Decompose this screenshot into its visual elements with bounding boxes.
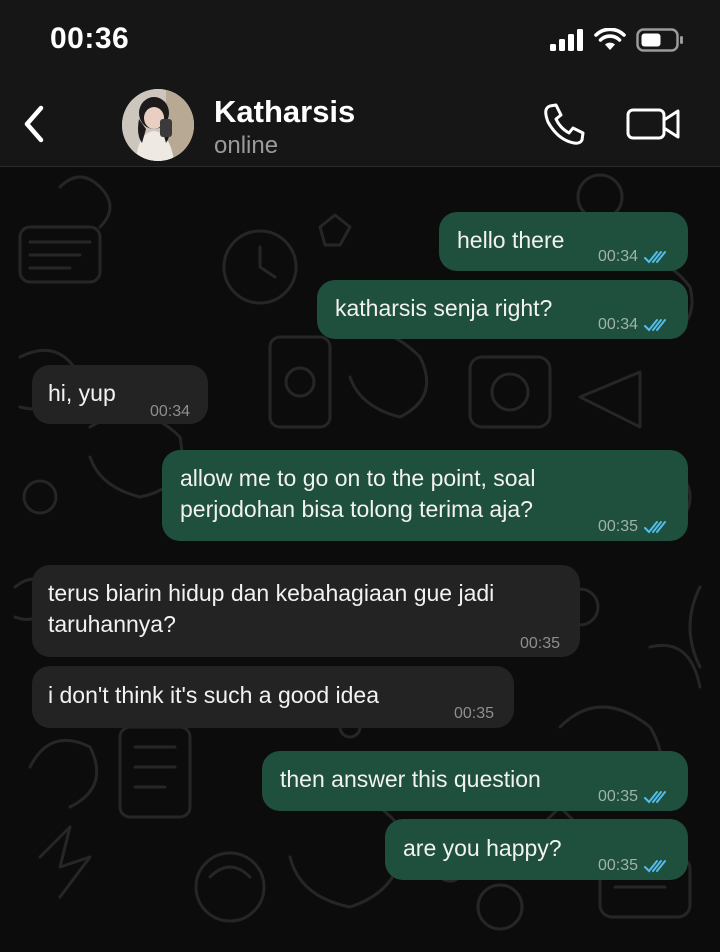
message-meta: 00:35: [520, 628, 560, 659]
double-check-read-icon: [644, 250, 666, 263]
message-meta: 00:35: [598, 850, 670, 881]
message-bubble-outgoing[interactable]: allow me to go on to the point, soal per…: [162, 450, 688, 541]
double-check-read-icon: [644, 859, 666, 872]
message-bubble-outgoing[interactable]: hello there 00:34: [439, 212, 688, 271]
chat-screen: 00:36 Katharsis online hello there 00:34…: [0, 0, 720, 952]
message-bubble-outgoing[interactable]: katharsis senja right? 00:34: [317, 280, 688, 339]
double-check-read-icon: [644, 520, 666, 533]
message-bubble-outgoing[interactable]: then answer this question 00:35: [262, 751, 688, 811]
message-meta: 00:35: [598, 511, 670, 542]
message-bubble-incoming[interactable]: terus biarin hidup dan kebahagiaan gue j…: [32, 565, 580, 657]
message-time: 00:35: [597, 857, 638, 874]
message-time: 00:35: [453, 705, 494, 722]
message-text-line: allow me to go on to the point, soal: [180, 465, 536, 491]
status-bar: 00:36: [0, 0, 720, 82]
message-meta: 00:34: [598, 241, 670, 272]
status-time: 00:36: [50, 22, 130, 55]
message-meta: 00:34: [150, 396, 190, 427]
message-meta: 00:35: [454, 698, 494, 729]
message-meta: 00:35: [598, 781, 670, 812]
message-time: 00:35: [597, 788, 638, 805]
message-text: katharsis senja right?: [335, 295, 553, 321]
back-button[interactable]: [14, 102, 54, 146]
double-check-read-icon: [644, 790, 666, 803]
wifi-icon: [594, 28, 626, 50]
chat-header: Katharsis online: [0, 82, 720, 167]
message-time: 00:35: [597, 518, 638, 535]
contact-name[interactable]: Katharsis: [214, 94, 355, 130]
chat-area[interactable]: hello there 00:34 katharsis senja right?…: [0, 167, 720, 952]
message-text-line: perjodohan bisa tolong terima aja?: [180, 496, 533, 522]
status-icons: [550, 28, 684, 52]
message-text: are you happy?: [403, 835, 562, 861]
avatar-photo: [122, 89, 194, 161]
message-text-line: taruhannya?: [48, 611, 176, 637]
message-bubble-outgoing[interactable]: are you happy? 00:35: [385, 819, 688, 880]
message-time: 00:35: [519, 635, 560, 652]
contact-status: online: [214, 132, 279, 159]
battery-icon: [636, 28, 683, 52]
message-time: 00:34: [597, 316, 638, 333]
message-text: hi, yup: [48, 380, 116, 406]
message-text: i don't think it's such a good idea: [48, 682, 379, 708]
phone-icon: [544, 103, 585, 145]
video-call-button[interactable]: [624, 102, 684, 146]
message-time: 00:34: [149, 403, 190, 420]
message-bubble-incoming[interactable]: hi, yup 00:34: [32, 365, 208, 424]
video-camera-icon: [626, 108, 680, 140]
message-text: hello there: [457, 227, 565, 253]
avatar[interactable]: [122, 89, 194, 161]
chevron-left-icon: [24, 105, 44, 143]
message-text-line: terus biarin hidup dan kebahagiaan gue j…: [48, 580, 495, 606]
message-time: 00:34: [597, 248, 638, 265]
message-bubble-incoming[interactable]: i don't think it's such a good idea 00:3…: [32, 666, 514, 728]
signal-icon: [550, 29, 583, 51]
message-text: then answer this question: [280, 766, 541, 792]
message-meta: 00:34: [598, 309, 670, 340]
double-check-read-icon: [644, 318, 666, 331]
voice-call-button[interactable]: [540, 100, 588, 148]
